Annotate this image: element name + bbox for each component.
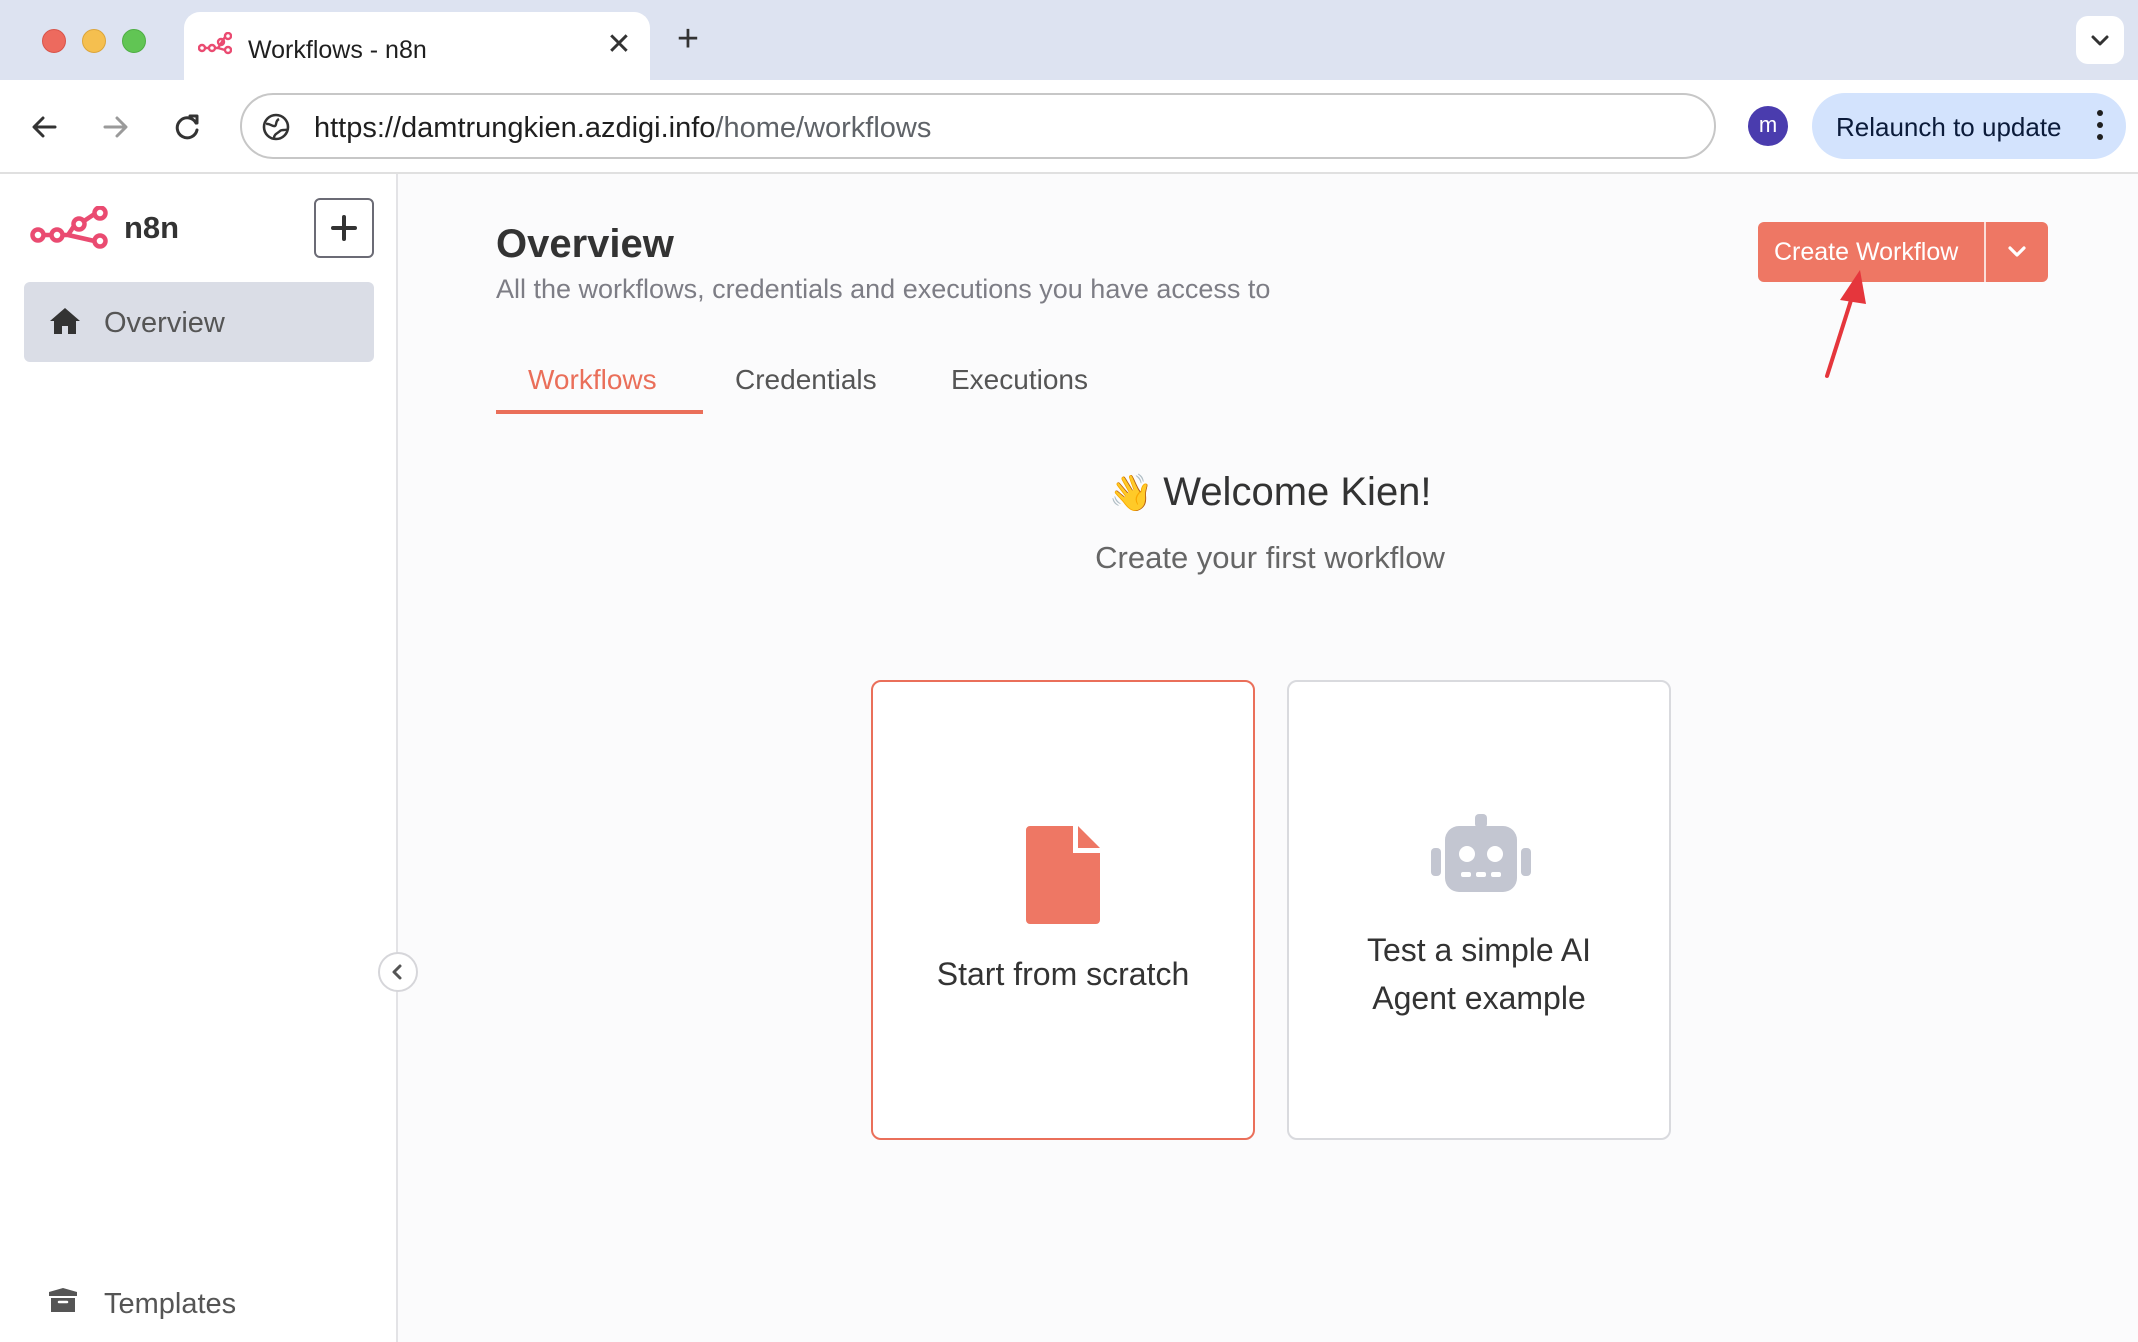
page-title: Overview (496, 222, 674, 266)
url-path: /home/workflows (715, 112, 932, 144)
file-icon (1026, 826, 1100, 929)
create-workflow-button[interactable]: Create Workflow (1758, 222, 2048, 282)
more-options-icon[interactable] (2094, 107, 2106, 145)
reload-icon (175, 114, 199, 140)
relaunch-label: Relaunch to update (1836, 112, 2062, 142)
sidebar: n8n Overview Templates (0, 174, 398, 1342)
sidebar-item-label: Templates (104, 1288, 237, 1320)
n8n-logo-icon[interactable] (30, 205, 110, 255)
close-tab-icon[interactable]: ✕ (602, 28, 636, 62)
url-text: https://damtrungkien.azdigi.info/home/wo… (314, 112, 931, 145)
chevron-left-icon (392, 964, 402, 980)
home-icon (48, 306, 82, 341)
forward-button[interactable] (92, 104, 138, 150)
welcome-heading: 👋 Welcome Kien! (1070, 470, 1470, 515)
welcome-subtitle: Create your first workflow (1095, 540, 1445, 575)
close-window-button[interactable] (42, 29, 66, 53)
browser-toolbar: https://damtrungkien.azdigi.info/home/wo… (0, 80, 2138, 174)
sidebar-item-overview[interactable]: Overview (24, 282, 374, 362)
tab-credentials[interactable]: Credentials (735, 364, 877, 396)
browser-tab-active[interactable]: Workflows - n8n ✕ (184, 12, 650, 80)
active-tab-indicator (496, 410, 703, 414)
tab-workflows[interactable]: Workflows (528, 364, 657, 396)
site-info-icon[interactable] (260, 111, 292, 148)
relaunch-button[interactable]: Relaunch to update (1812, 93, 2126, 159)
card-label: Start from scratch (936, 956, 1190, 992)
waving-hand-icon: 👋 (1108, 473, 1154, 514)
reload-button[interactable] (164, 104, 210, 150)
tab-title: Workflows - n8n (248, 36, 427, 64)
profile-avatar[interactable]: m (1748, 106, 1788, 146)
welcome-text: Welcome Kien! (1163, 470, 1432, 514)
plus-icon (331, 215, 357, 241)
brand-name: n8n (124, 210, 180, 245)
tab-executions[interactable]: Executions (951, 364, 1088, 396)
overview-tabs: Workflows Credentials Executions (496, 360, 1176, 414)
sidebar-item-label: Overview (104, 307, 225, 339)
box-icon (46, 1286, 80, 1321)
maximize-window-button[interactable] (122, 29, 146, 53)
n8n-favicon-icon (197, 31, 233, 63)
minimize-window-button[interactable] (82, 29, 106, 53)
page-subtitle: All the workflows, credentials and execu… (496, 274, 1271, 304)
annotation-arrow-icon (1820, 268, 1890, 387)
address-bar[interactable]: https://damtrungkien.azdigi.info/home/wo… (240, 93, 1716, 159)
tab-search-button[interactable] (2076, 16, 2124, 64)
add-button[interactable] (314, 198, 374, 258)
create-options-dropdown[interactable] (1986, 222, 2048, 282)
back-button[interactable] (22, 104, 68, 150)
card-label: Test a simple AI Agent example (1366, 932, 1592, 1016)
new-tab-button[interactable]: + (670, 20, 706, 58)
arrow-left-icon (32, 116, 57, 138)
create-workflow-label: Create Workflow (1774, 238, 1959, 266)
sidebar-item-templates[interactable]: Templates (24, 1278, 374, 1328)
collapse-sidebar-button[interactable] (378, 952, 418, 992)
chevron-down-icon (2008, 246, 2026, 257)
arrow-right-icon (103, 116, 128, 138)
browser-tab-bar: Workflows - n8n ✕ + (0, 0, 2138, 80)
start-from-scratch-card[interactable]: Start from scratch (871, 680, 1255, 1140)
chevron-down-icon (2091, 35, 2109, 46)
url-host: https://damtrungkien.azdigi.info (314, 112, 716, 144)
robot-icon (1431, 814, 1531, 899)
ai-agent-example-card[interactable]: Test a simple AI Agent example (1287, 680, 1671, 1140)
